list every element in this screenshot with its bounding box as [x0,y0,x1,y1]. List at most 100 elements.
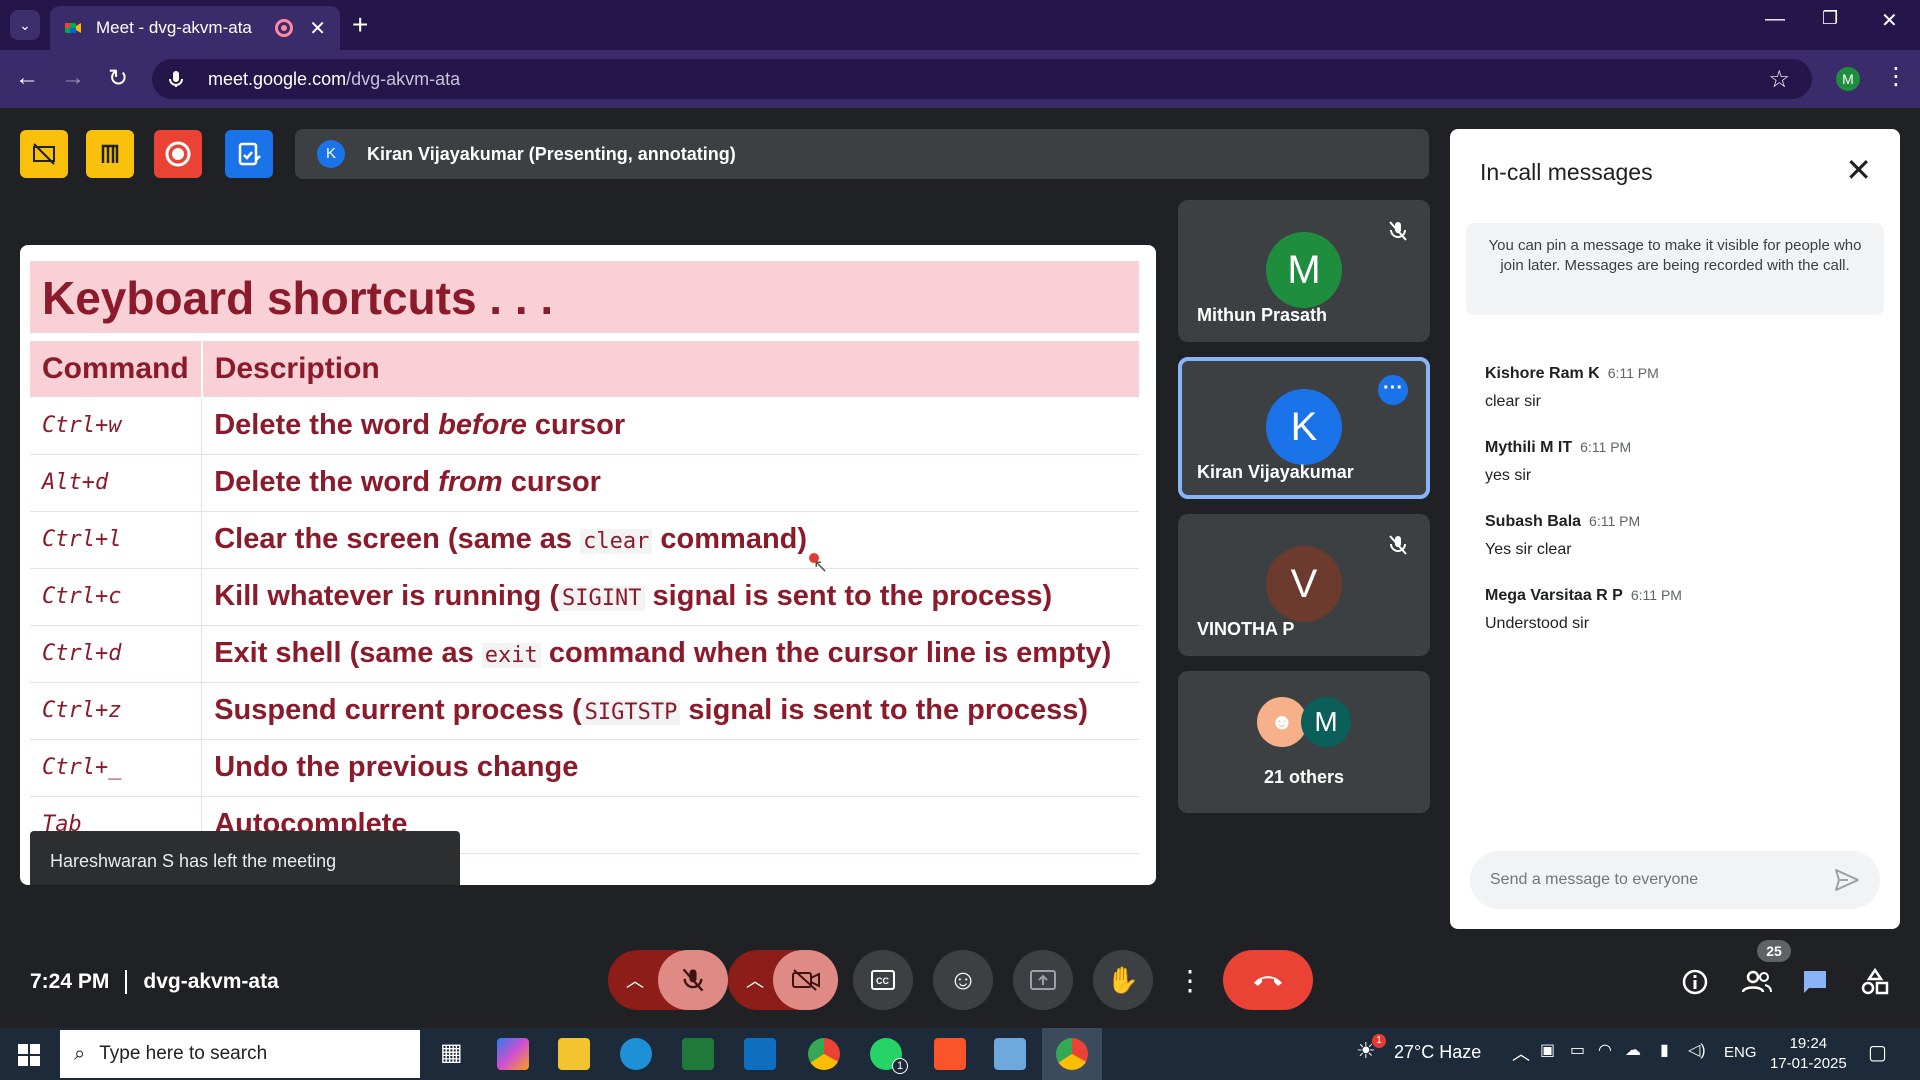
search-icon: ⌕ [74,1042,86,1065]
more-options-icon[interactable]: ··· [1378,375,1408,405]
send-icon[interactable] [1834,868,1860,892]
volume-icon[interactable]: ◁) [1688,1040,1706,1060]
reload-icon[interactable]: ↻ [103,64,133,93]
header-command: Command [30,341,203,397]
cloud-icon[interactable]: ☁ [1625,1040,1641,1060]
participant-name: VINOTHA P [1197,619,1295,639]
mouse-cursor-icon: ↖ [813,556,829,576]
tray-overflow-icon[interactable]: ︿ [1512,1040,1530,1066]
people-icon[interactable] [1741,968,1773,996]
camera-toggle-button[interactable] [773,950,838,1010]
muted-mic-icon [1389,535,1407,555]
header-description: Description [201,341,1139,397]
microphone-icon[interactable] [166,69,186,89]
shortcut-table: Command Description Ctrl+w Delete the wor… [30,341,1139,854]
tab-close-icon[interactable]: ✕ [309,16,326,41]
description-cell: Delete the word from cursor [201,454,1139,512]
copilot-icon[interactable] [497,1038,529,1070]
browser-menu-icon[interactable]: ⋮ [1884,62,1908,91]
table-row: Ctrl+d Exit shell (same as exit command w… [30,625,1139,683]
minimize-icon[interactable]: — [1765,8,1785,31]
camera-options-chevron-icon[interactable]: ︿ [746,967,764,993]
windows-start-icon[interactable] [18,1044,40,1066]
pin-info-note: You can pin a message to make it visible… [1466,223,1884,315]
desc-text: signal is sent to the process) [680,694,1089,726]
others-tile[interactable]: ☻ M 21 others [1178,671,1430,813]
chat-message-input[interactable] [1470,851,1880,909]
mic-options-chevron-icon[interactable]: ︿ [626,967,644,993]
microphone-toggle-button[interactable] [658,950,728,1010]
edge-icon[interactable] [620,1038,652,1070]
weather-text[interactable]: 27°C Haze [1394,1042,1481,1063]
desc-text: Clear the screen (same as [214,523,581,555]
message-text: Yes sir clear [1485,541,1572,558]
language-indicator[interactable]: ENG [1724,1044,1757,1061]
chat-close-icon[interactable]: ✕ [1845,151,1872,189]
excel-icon[interactable] [682,1038,714,1070]
meeting-time: 7:24 PM [30,970,110,993]
chrome-icon[interactable] [808,1038,840,1070]
description-cell: Suspend current process (SIGTSTP signal … [201,682,1139,740]
leave-call-button[interactable] [1223,950,1313,1010]
activities-icon[interactable] [1861,968,1889,996]
clock-time: 19:24 [1789,1035,1828,1052]
file-explorer-icon[interactable] [558,1038,590,1070]
restore-icon[interactable]: ❐ [1822,8,1838,29]
message-sender: Subash Bala [1485,513,1582,530]
raise-hand-button[interactable]: ✋ [1093,950,1153,1010]
forward-icon[interactable]: → [58,64,88,92]
cartoon-avatar-icon: ☻ [1257,697,1307,747]
message-text: clear sir [1485,393,1542,410]
desc-text: Undo the previous change [214,751,579,783]
new-tab-icon[interactable]: + [352,10,368,40]
chat-app-icon[interactable] [994,1038,1026,1070]
system-clock[interactable]: 19:24 17-01-2025 [1770,1034,1847,1074]
whiteboard-icon[interactable] [86,130,134,178]
desc-emphasis: from [438,466,503,498]
participant-tile-kiran[interactable]: K ··· Kiran Vijayakumar [1178,357,1430,499]
chat-icon[interactable] [1801,968,1829,996]
desc-text: Suspend current process ( [214,694,582,726]
meeting-info: 7:24 PM dvg-akvm-ata [30,970,279,994]
chat-message: Mythili M IT 6:11 PM yes sir [1485,439,1631,485]
wifi-icon[interactable]: ◠ [1598,1040,1612,1060]
windows-taskbar: ⌕ Type here to search ▦ 1 ☀ 1 27°C Haze … [0,1028,1920,1080]
bookmark-star-icon[interactable]: ☆ [1768,65,1790,94]
captions-icon: CC [871,970,895,990]
annotation-tool-icon[interactable] [20,130,68,178]
notifications-icon[interactable]: ▢ [1868,1040,1887,1065]
camera-off-icon [791,969,820,991]
participant-tile-mithun[interactable]: M Mithun Prasath [1178,200,1430,342]
window-close-icon[interactable]: ✕ [1881,8,1898,33]
brave-icon[interactable] [934,1038,966,1070]
profile-avatar[interactable]: M [1836,67,1860,91]
desc-code: SIGTSTP [581,700,681,725]
meeting-details-icon[interactable] [1681,968,1709,996]
taskbar-search[interactable]: ⌕ Type here to search [60,1030,420,1078]
present-screen-button[interactable] [1013,950,1073,1010]
vscode-icon[interactable] [744,1038,776,1070]
notification-toast: Hareshwaran S has left the meeting [30,831,460,885]
mic-tray-icon[interactable]: ▮ [1660,1040,1669,1060]
participant-tile-vinotha[interactable]: V VINOTHA P [1178,514,1430,656]
message-text: yes sir [1485,467,1532,484]
table-row: Ctrl+w Delete the word before cursor [30,397,1139,455]
avatar: V [1266,546,1342,622]
chrome-active-icon[interactable] [1056,1038,1088,1070]
battery-icon[interactable]: ▭ [1570,1040,1585,1060]
attendance-icon[interactable] [225,130,273,178]
tray-meet-icon[interactable]: ▣ [1540,1040,1555,1060]
more-options-button[interactable]: ⋮ [1175,950,1205,1010]
back-icon[interactable]: ← [12,64,42,92]
tab-meet[interactable]: Meet - dvg-akvm-ata ✕ [50,6,340,50]
address-bar[interactable]: meet.google.com/dvg-akvm-ata ☆ [152,59,1812,99]
emoji-reaction-button[interactable]: ☺ [933,950,993,1010]
muted-mic-icon [1389,221,1407,241]
desc-text: Exit shell (same as [214,637,482,669]
record-icon[interactable] [154,130,202,178]
tab-search-icon[interactable]: ⌄ [10,10,40,40]
captions-button[interactable]: CC [853,950,913,1010]
task-view-icon[interactable]: ▦ [440,1038,472,1070]
tab-title: Meet - dvg-akvm-ata [96,18,252,37]
message-sender: Mythili M IT [1485,439,1573,456]
